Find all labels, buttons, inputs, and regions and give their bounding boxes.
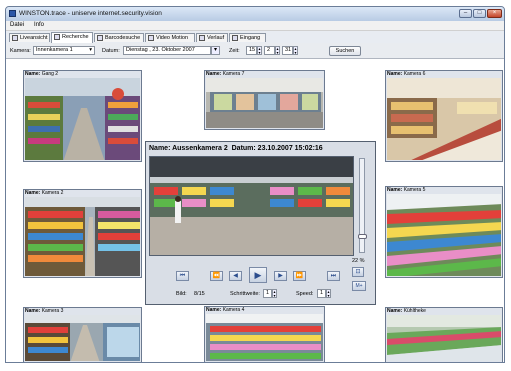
player-header: Name: Aussenkamera 2 Datum: 23.10.2007 1… <box>149 145 323 152</box>
zoom-value: 22 % <box>352 258 365 264</box>
camera-grid: Name: Gang 2 Name: Kamera 7 Name: Kamera… <box>6 59 504 362</box>
speed-label: Speed: <box>296 291 314 297</box>
camera-name: Name: Kamera 6 <box>387 71 426 77</box>
zoom-mark-button[interactable]: M+ <box>352 281 366 291</box>
camera-name: Name: Gang 2 <box>25 71 59 77</box>
tab-eingang[interactable]: Eingang <box>229 33 266 42</box>
hour-spinner[interactable]: ▴ ▾ <box>257 46 262 55</box>
zoom-slider[interactable] <box>358 158 367 253</box>
speed-field[interactable]: 1 <box>317 289 326 298</box>
minute-spinner[interactable]: ▴ ▾ <box>275 46 280 55</box>
datum-picker[interactable]: Dienstag , 23. Oktober 2007 <box>123 46 211 55</box>
tab-video-motion[interactable]: Video Motion <box>145 33 195 42</box>
camera-image <box>206 78 323 128</box>
skip-first-button[interactable]: ⏮ <box>176 271 189 281</box>
camera-tile-kamera-3[interactable]: Name: Kamera 3 <box>23 307 142 362</box>
camera-tile-kamera-7[interactable]: Name: Kamera 7 <box>204 70 325 130</box>
speed-spinner[interactable]: ▴ ▾ <box>326 289 331 298</box>
skip-last-button[interactable]: ⏭ <box>327 271 340 281</box>
camera-tile-kamera-2[interactable]: Name: Kamera 2 <box>23 189 142 278</box>
search-icon <box>54 34 60 40</box>
suchen-button[interactable]: Suchen <box>329 46 361 56</box>
zoom-icon: ⊡ <box>355 269 361 275</box>
tab-recherche[interactable]: Recherche <box>51 32 93 43</box>
barcode-icon <box>97 35 103 41</box>
search-toolbar: Kamera: Innenkamera 1 ▾ Datum: Dienstag … <box>6 43 504 59</box>
hour-field[interactable]: 15 <box>246 46 257 55</box>
datum-label: Datum: <box>102 48 120 54</box>
bild-value: 8/15 <box>194 291 205 297</box>
zoom-slider-thumb[interactable] <box>358 234 367 239</box>
camera-name: Name: Kamera 3 <box>25 308 64 314</box>
film-icon <box>148 35 154 41</box>
kamera-label: Kamera: <box>10 48 31 54</box>
camera-name: Name: Kamera 5 <box>387 187 426 193</box>
chevron-down-icon: ▾ <box>89 47 92 53</box>
schrittweite-spinner[interactable]: ▴ ▾ <box>272 289 277 298</box>
camera-tile-kamera-6[interactable]: Name: Kamera 6 <box>385 70 503 162</box>
camera-image <box>387 315 501 361</box>
second-field[interactable]: 31 <box>282 46 293 55</box>
calendar-dropdown-icon[interactable]: ▾ <box>211 46 220 55</box>
step-forward-button[interactable]: ▶ <box>274 271 287 281</box>
camera-name: Name: Kühltheke <box>387 308 426 314</box>
player-video[interactable] <box>149 156 354 256</box>
tab-verlauf[interactable]: Verlauf <box>196 33 228 42</box>
kamera-select[interactable]: Innenkamera 1 ▾ <box>33 46 95 55</box>
inbox-icon <box>232 35 238 41</box>
camera-name: Name: Kamera 2 <box>25 190 64 196</box>
history-icon <box>199 35 205 41</box>
minimize-button[interactable]: – <box>459 9 472 18</box>
step-back-button[interactable]: ◀ <box>229 271 242 281</box>
camera-tile-kamera-5[interactable]: Name: Kamera 5 <box>385 186 503 278</box>
camera-image <box>25 197 140 276</box>
menu-info[interactable]: Info <box>34 22 44 28</box>
schrittweite-field[interactable]: 1 <box>263 289 272 298</box>
title-bar[interactable]: WINSTON.trace - uniserve internet.securi… <box>6 7 504 21</box>
camera-image <box>387 194 501 276</box>
camera-name: Name: Kamera 4 <box>206 307 245 313</box>
fast-forward-button[interactable]: ⏩ <box>293 271 306 281</box>
fast-rewind-button[interactable]: ⏪ <box>210 271 223 281</box>
close-button[interactable]: × <box>487 9 502 18</box>
zoom-fit-button[interactable]: ⊡ <box>352 267 364 277</box>
play-button[interactable]: ▶ <box>249 267 267 283</box>
video-player-panel: Name: Aussenkamera 2 Datum: 23.10.2007 1… <box>145 141 376 305</box>
camera-tile-kamera-4[interactable]: Name: Kamera 4 <box>204 306 325 362</box>
app-window: WINSTON.trace - uniserve internet.securi… <box>5 6 505 363</box>
schrittweite-label: Schrittweite: <box>230 291 260 297</box>
camera-tile-kuehltheke[interactable]: Name: Kühltheke <box>385 307 503 362</box>
tab-barcodesuche[interactable]: Barcodesuche <box>94 33 144 42</box>
app-icon <box>9 10 16 17</box>
tab-strip: Liveansicht Recherche Barcodesuche Video… <box>6 31 504 43</box>
camera-image <box>387 78 501 160</box>
camera-image <box>25 315 140 361</box>
camera-name: Name: Kamera 7 <box>206 71 245 77</box>
maximize-button[interactable]: □ <box>473 9 486 18</box>
zeit-label: Zeit: <box>229 48 240 54</box>
camera-image <box>206 314 323 361</box>
monitor-icon <box>12 35 18 41</box>
window-title: WINSTON.trace - uniserve internet.securi… <box>19 10 162 17</box>
menu-bar: Datei Info <box>6 21 504 31</box>
camera-tile-gang-2[interactable]: Name: Gang 2 <box>23 70 142 162</box>
bild-label: Bild: <box>176 291 187 297</box>
second-spinner[interactable]: ▴ ▾ <box>293 46 298 55</box>
camera-image <box>25 78 140 160</box>
tab-liveansicht[interactable]: Liveansicht <box>9 33 50 42</box>
menu-datei[interactable]: Datei <box>10 22 24 28</box>
minute-field[interactable]: 2 <box>264 46 275 55</box>
